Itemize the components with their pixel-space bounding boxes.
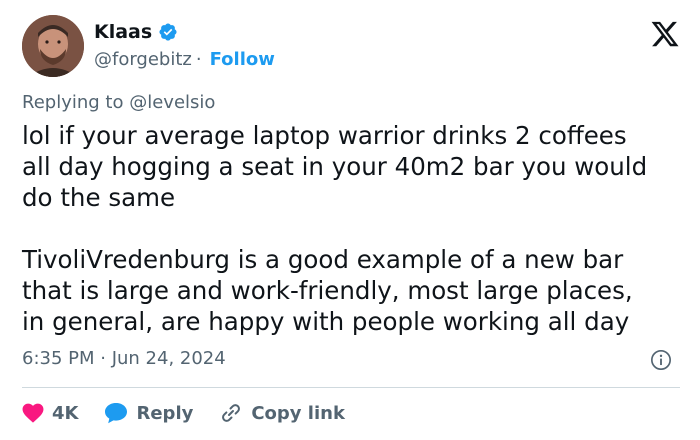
reply-bubble-icon: [105, 403, 128, 424]
avatar[interactable]: [22, 15, 84, 77]
author-name-row: Klaas: [94, 21, 178, 43]
info-icon[interactable]: [650, 349, 672, 371]
avatar-image: [22, 15, 84, 77]
verified-badge-icon: [159, 23, 177, 41]
tweet-timestamp[interactable]: 6:35 PM · Jun 24, 2024: [22, 348, 226, 369]
copy-link-label: Copy link: [251, 402, 345, 424]
like-button[interactable]: 4K: [22, 403, 78, 424]
replying-to: Replying to @levelsio: [22, 92, 215, 113]
divider: [22, 387, 680, 388]
like-count: 4K: [52, 402, 79, 424]
author-handle-row: @forgebitz · Follow: [94, 49, 275, 70]
link-icon: [222, 404, 241, 422]
separator-dot: ·: [195, 49, 202, 70]
author-handle[interactable]: @forgebitz: [94, 49, 192, 70]
replying-to-prefix: Replying to: [22, 92, 124, 113]
reply-label: Reply: [136, 402, 194, 424]
replying-to-mention[interactable]: @levelsio: [129, 92, 215, 113]
copy-link-button[interactable]: Copy link: [219, 401, 345, 425]
heart-icon: [22, 403, 44, 423]
author-name[interactable]: Klaas: [94, 21, 152, 43]
reply-button[interactable]: Reply: [104, 402, 193, 424]
follow-button[interactable]: Follow: [210, 49, 275, 70]
tweet-header: Klaas @forgebitz · Follow: [22, 15, 682, 79]
x-logo-icon[interactable]: [650, 19, 680, 49]
tweet-actions: 4K Reply Copy link: [22, 400, 371, 426]
tweet-text: lol if your average laptop warrior drink…: [22, 121, 648, 336]
